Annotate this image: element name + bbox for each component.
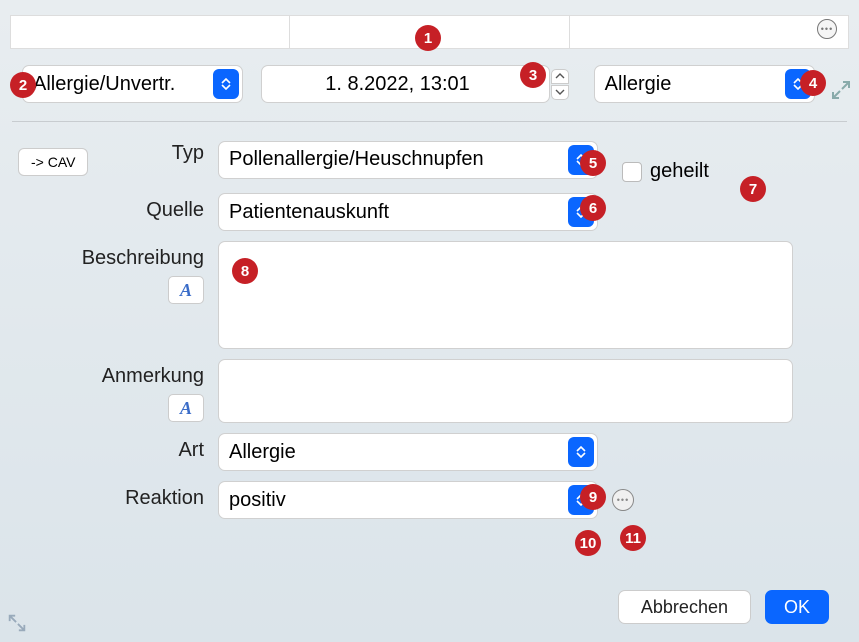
annotation-badge: 6 <box>580 195 606 221</box>
quelle-select[interactable]: Patientenauskunft <box>218 193 598 231</box>
typ-select[interactable]: Pollenallergie/Heuschnupfen <box>218 141 598 179</box>
annotation-badge: 10 <box>575 530 601 556</box>
geheilt-label: geheilt <box>650 160 709 183</box>
annotation-badge: 2 <box>10 72 36 98</box>
anmerkung-textarea[interactable] <box>218 359 793 423</box>
art-select[interactable]: Allergie <box>218 433 598 471</box>
cancel-button-label: Abbrechen <box>641 597 728 618</box>
annotation-badge: 11 <box>620 525 646 551</box>
form: Typ Pollenallergie/Heuschnupfen geheilt … <box>0 122 859 519</box>
font-icon[interactable]: A <box>168 276 204 304</box>
more-icon[interactable]: ••• <box>612 489 634 511</box>
annotation-badge: 1 <box>415 25 441 51</box>
stepper-up-icon[interactable] <box>551 69 569 84</box>
stepper-down-icon[interactable] <box>551 85 569 100</box>
reaktion-select[interactable]: positiv <box>218 481 598 519</box>
geheilt-checkbox[interactable] <box>622 162 642 182</box>
ok-button-label: OK <box>784 597 810 618</box>
typ-select-value: Pollenallergie/Heuschnupfen <box>229 148 484 171</box>
beschreibung-textarea[interactable] <box>218 241 793 349</box>
label-anmerkung: Anmerkung <box>102 365 204 387</box>
resize-icon[interactable] <box>6 612 28 634</box>
annotation-badge: 5 <box>580 150 606 176</box>
date-field[interactable]: 1. 8.2022, 13:01 <box>261 65 549 103</box>
header-cell-3[interactable] <box>570 15 849 49</box>
label-beschreibung: Beschreibung <box>82 247 204 269</box>
header-cell-1[interactable] <box>10 15 290 49</box>
dialog-buttons: Abbrechen OK <box>618 590 829 624</box>
expand-icon[interactable] <box>829 78 853 102</box>
cancel-button[interactable]: Abbrechen <box>618 590 751 624</box>
type-select-value: Allergie <box>605 73 672 96</box>
cav-button-label: -> CAV <box>31 154 75 170</box>
label-reaktion: Reaktion <box>14 481 204 510</box>
category-select[interactable]: Allergie/Unvertr. <box>22 65 243 103</box>
label-art: Art <box>14 433 204 462</box>
label-quelle: Quelle <box>14 193 204 222</box>
reaktion-select-value: positiv <box>229 489 286 512</box>
cav-button[interactable]: -> CAV <box>18 148 88 176</box>
chevron-updown-icon <box>213 69 239 99</box>
art-select-value: Allergie <box>229 441 296 464</box>
type-select[interactable]: Allergie <box>594 65 815 103</box>
date-stepper[interactable] <box>551 66 571 102</box>
date-field-value: 1. 8.2022, 13:01 <box>325 73 470 96</box>
annotation-badge: 8 <box>232 258 258 284</box>
category-select-value: Allergie/Unvertr. <box>33 73 175 96</box>
annotation-badge: 3 <box>520 62 546 88</box>
annotation-badge: 4 <box>800 70 826 96</box>
annotation-badge: 9 <box>580 484 606 510</box>
quelle-select-value: Patientenauskunft <box>229 201 389 224</box>
chevron-updown-icon <box>568 437 594 467</box>
font-icon[interactable]: A <box>168 394 204 422</box>
more-icon[interactable]: ••• <box>817 19 837 39</box>
annotation-badge: 7 <box>740 176 766 202</box>
ok-button[interactable]: OK <box>765 590 829 624</box>
